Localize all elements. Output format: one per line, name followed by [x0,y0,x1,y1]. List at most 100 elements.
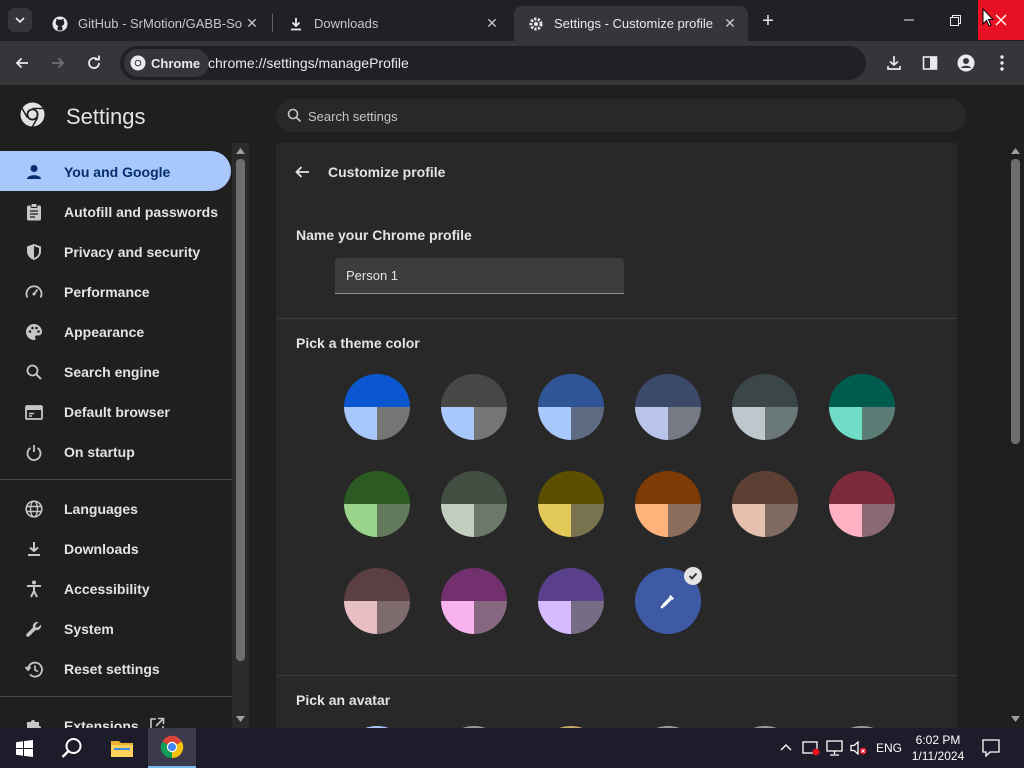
input-language-indicator[interactable]: ENG [876,741,902,755]
volume-muted-icon[interactable] [850,740,868,756]
scroll-down-icon [236,716,245,722]
taskbar-search-button[interactable] [48,728,96,768]
back-button[interactable] [8,49,36,77]
chrome-logo-icon [20,102,45,127]
page-title: Settings [66,104,146,129]
sidebar-divider [0,696,232,697]
swatch-segment [344,504,377,537]
downloads-button[interactable] [880,49,908,77]
swatch-segment [538,504,571,537]
theme-color-swatch[interactable] [538,471,604,537]
sidebar-item-on-startup[interactable]: On startup [0,431,231,471]
scrollbar-thumb[interactable] [1011,159,1020,444]
swatch-segment [732,471,798,504]
side-panel-button[interactable] [916,49,944,77]
site-info-chip[interactable]: Chrome [124,49,210,77]
swatch-segment [377,407,410,440]
notification-icon[interactable] [982,739,1000,757]
theme-color-swatch[interactable] [635,374,701,440]
menu-button[interactable] [988,49,1016,77]
sidebar-item-performance[interactable]: Performance [0,271,231,311]
restore-button[interactable] [932,0,978,40]
tab-github[interactable]: GitHub - SrMotion/GABB-Sourc ✕ [38,6,270,41]
taskbar-clock[interactable]: 6:02 PM 1/11/2024 [905,732,971,764]
start-button[interactable] [0,728,48,768]
sidebar-item-search-engine[interactable]: Search engine [0,351,231,391]
gear-icon [528,16,544,32]
theme-color-swatch[interactable] [344,471,410,537]
close-icon[interactable]: ✕ [242,14,262,34]
download-icon [24,539,44,559]
forward-button[interactable] [44,49,72,77]
sidebar-item-languages[interactable]: Languages [0,488,231,528]
swatch-segment [441,407,474,440]
tab-title: Downloads [314,16,379,31]
chevron-up-icon[interactable] [780,742,792,754]
sidebar-item-label: Accessibility [64,581,150,597]
security-status-icon[interactable] [802,740,820,756]
theme-color-swatch[interactable] [441,471,507,537]
sidebar-item-privacy[interactable]: Privacy and security [0,231,231,271]
theme-color-swatch[interactable] [732,374,798,440]
theme-color-swatch[interactable] [635,471,701,537]
swatch-segment [829,374,895,407]
sidebar-scrollbar[interactable] [232,143,249,728]
theme-color-swatch[interactable] [538,374,604,440]
profile-name-input[interactable] [335,258,624,294]
sidebar-item-reset-settings[interactable]: Reset settings [0,648,231,688]
sidebar-item-label: Extensions [64,718,139,728]
swatch-segment [635,407,668,440]
url-text[interactable]: chrome://settings/manageProfile [208,55,409,71]
scrollbar-thumb[interactable] [236,159,245,661]
download-icon [887,56,901,70]
arrow-left-icon[interactable] [294,164,310,180]
tab-settings[interactable]: Settings - Customize profile ✕ [514,6,748,41]
sidebar-item-label: Search engine [64,364,160,380]
sidebar-item-system[interactable]: System [0,608,231,648]
chrome-logo-icon [130,55,146,71]
theme-color-swatch[interactable] [538,568,604,634]
reload-button[interactable] [80,49,108,77]
selected-check-icon [684,567,702,585]
sidebar-item-label: Downloads [64,541,139,557]
swatch-segment [765,504,798,537]
sidebar-item-autofill[interactable]: Autofill and passwords [0,191,231,231]
sidebar-item-you-and-google[interactable]: You and Google [0,151,231,191]
theme-color-swatch[interactable] [732,471,798,537]
swatch-segment [441,374,507,407]
swatch-segment [829,407,862,440]
theme-color-swatch[interactable] [344,568,410,634]
sidebar-item-extensions[interactable]: Extensions [0,705,231,728]
page-scrollbar[interactable] [1007,143,1024,728]
sidebar-item-appearance[interactable]: Appearance [0,311,231,351]
close-icon[interactable]: ✕ [720,14,740,34]
new-tab-button[interactable]: + [756,9,780,33]
windows-logo-icon [15,739,33,757]
sidebar-item-accessibility[interactable]: Accessibility [0,568,231,608]
tab-title: Settings - Customize profile [554,16,713,31]
swatch-segment [538,568,604,601]
sidebar-item-downloads[interactable]: Downloads [0,528,231,568]
taskbar-file-explorer[interactable] [98,728,146,768]
theme-color-swatch[interactable] [829,374,895,440]
swatch-segment [571,601,604,634]
swatch-segment [441,471,507,504]
swatch-segment [538,471,604,504]
close-icon[interactable]: ✕ [482,14,502,34]
tab-search-button[interactable] [8,8,32,32]
theme-color-swatch[interactable] [441,568,507,634]
theme-color-swatch[interactable] [344,374,410,440]
profile-button[interactable] [952,49,980,77]
swatch-segment [732,504,765,537]
side-panel-icon [922,56,938,70]
swatch-segment [441,568,507,601]
theme-color-swatch[interactable] [441,374,507,440]
settings-search-input[interactable]: Search settings [276,99,966,132]
taskbar-chrome[interactable] [148,728,196,768]
tab-downloads[interactable]: Downloads ✕ [274,6,510,41]
minimize-button[interactable] [886,0,932,40]
sidebar-item-default-browser[interactable]: Default browser [0,391,231,431]
network-icon[interactable] [826,740,844,756]
theme-color-swatch[interactable] [829,471,895,537]
omnibox[interactable]: Chrome chrome://settings/manageProfile [120,46,866,80]
